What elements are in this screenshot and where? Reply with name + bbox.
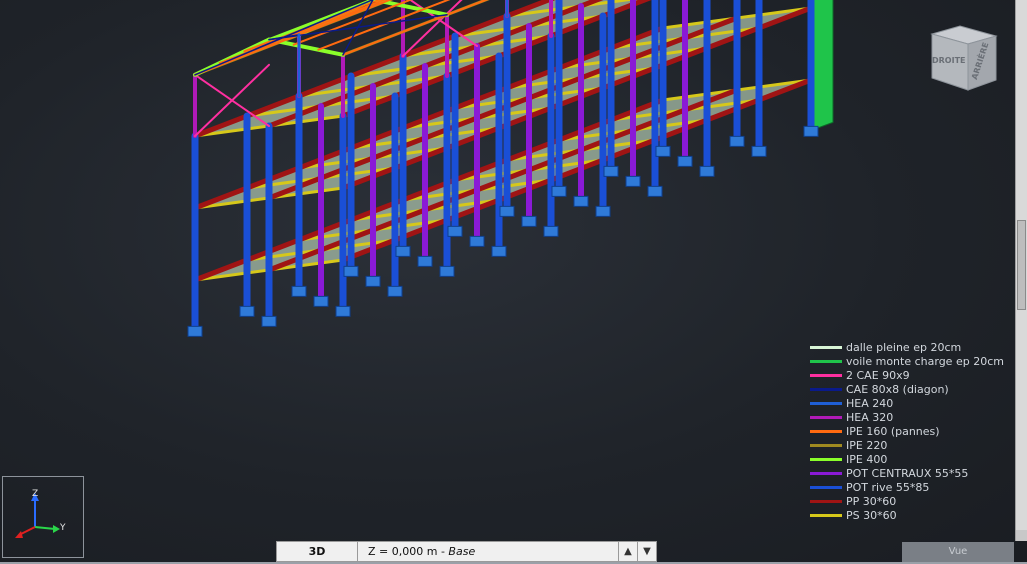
column-footing [699, 165, 715, 177]
legend-item: CAE 80x8 (diagon) [810, 382, 1004, 396]
column-footing [499, 205, 515, 217]
column-footing [439, 265, 455, 277]
level-down-button[interactable]: ▼ [637, 542, 656, 561]
legend-swatch [810, 373, 842, 377]
legend-swatch [810, 471, 842, 475]
level-readout: Z = 0,000 m - Base [358, 545, 618, 558]
column-footing [335, 305, 351, 317]
column-footing [469, 235, 485, 247]
main-beam [340, 77, 814, 263]
column-footing [417, 255, 433, 267]
legend-item: PP 30*60 [810, 494, 1004, 508]
legend-item: POT rive 55*85 [810, 480, 1004, 494]
legend-item: POT CENTRAUX 55*55 [810, 466, 1004, 480]
column-footing [595, 205, 611, 217]
column-footing [343, 265, 359, 277]
view-tab[interactable]: Vue [902, 542, 1014, 562]
legend-label: voile monte charge ep 20cm [846, 354, 1004, 368]
legend-swatch [810, 485, 842, 489]
legend-swatch [810, 429, 842, 433]
column-footing [751, 145, 767, 157]
legend-swatch [810, 415, 842, 419]
column-footing [573, 195, 589, 207]
legend-label: POT CENTRAUX 55*55 [846, 466, 969, 480]
viewcube-face-left[interactable]: DROITE [932, 56, 966, 65]
legend-label: HEA 240 [846, 396, 894, 410]
column-footing [729, 135, 745, 147]
column-footing [647, 185, 663, 197]
vertical-scrollbar[interactable] [1015, 0, 1027, 541]
legend-item: IPE 400 [810, 452, 1004, 466]
legend-swatch [810, 443, 842, 447]
legend-swatch [810, 345, 842, 349]
legend-label: CAE 80x8 (diagon) [846, 382, 949, 396]
legend-swatch [810, 499, 842, 503]
legend-item: IPE 160 (pannes) [810, 424, 1004, 438]
column-footing [803, 125, 819, 137]
legend-label: PS 30*60 [846, 508, 897, 522]
column-footing [447, 225, 463, 237]
view-name[interactable]: 3D [277, 542, 358, 561]
ucs-y-label: Y [60, 523, 66, 533]
view-status-bar: 3D Z = 0,000 m - Base ▲ ▼ [276, 541, 657, 562]
column-footing [551, 185, 567, 197]
ucs-axes-icon [15, 493, 60, 538]
legend-swatch [810, 359, 842, 363]
ucs-widget: Z Y [2, 476, 84, 558]
column-footing [291, 285, 307, 297]
legend-item: voile monte charge ep 20cm [810, 354, 1004, 368]
column-footing [543, 225, 559, 237]
legend-label: IPE 160 (pannes) [846, 424, 940, 438]
scroll-down-arrow[interactable] [1016, 530, 1027, 541]
column-footing [395, 245, 411, 257]
layer-legend: dalle pleine ep 20cm voile monte charge e… [810, 340, 1004, 522]
ucs-z-label: Z [32, 489, 39, 499]
legend-item: HEA 240 [810, 396, 1004, 410]
legend-swatch [810, 457, 842, 461]
column-footing [491, 245, 507, 257]
column-footing [677, 155, 693, 167]
column-footing [387, 285, 403, 297]
viewcube[interactable]: DROITE ARRIÈRE [924, 22, 1000, 94]
legend-item: IPE 220 [810, 438, 1004, 452]
column-footing [365, 275, 381, 287]
column-footing [521, 215, 537, 227]
column-footing [625, 175, 641, 187]
column-footing [239, 305, 255, 317]
legend-item: dalle pleine ep 20cm [810, 340, 1004, 354]
cross-brace [194, 73, 270, 127]
legend-swatch [810, 387, 842, 391]
column-footing [187, 325, 203, 337]
legend-item: HEA 320 [810, 410, 1004, 424]
column-footing [603, 165, 619, 177]
column-footing [261, 315, 277, 327]
legend-label: dalle pleine ep 20cm [846, 340, 962, 354]
scrollbar-thumb[interactable] [1017, 220, 1026, 310]
column-footing [655, 145, 671, 157]
legend-label: IPE 400 [846, 452, 888, 466]
column-footing [313, 295, 329, 307]
legend-label: PP 30*60 [846, 494, 897, 508]
legend-item: 2 CAE 90x9 [810, 368, 1004, 382]
legend-label: POT rive 55*85 [846, 480, 930, 494]
legend-item: PS 30*60 [810, 508, 1004, 522]
legend-label: HEA 320 [846, 410, 894, 424]
level-prefix: Z = 0,000 m - [368, 545, 449, 558]
level-up-button[interactable]: ▲ [618, 542, 637, 561]
legend-label: 2 CAE 90x9 [846, 368, 910, 382]
legend-swatch [810, 513, 842, 517]
legend-swatch [810, 401, 842, 405]
legend-label: IPE 220 [846, 438, 888, 452]
level-name: Base [448, 545, 476, 558]
